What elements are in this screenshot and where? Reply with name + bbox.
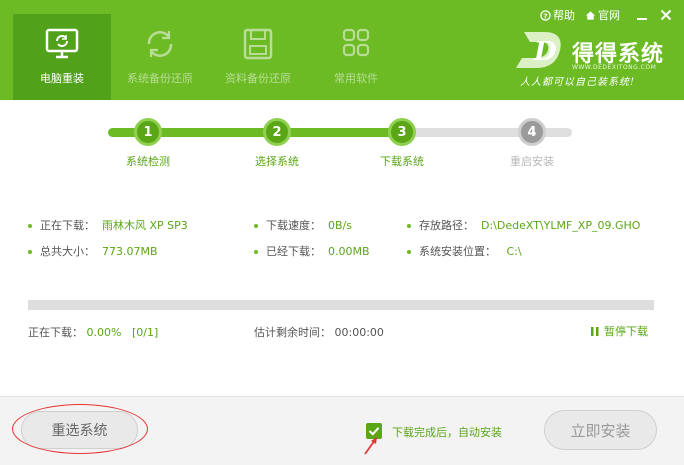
refresh-arrows-icon	[142, 26, 178, 62]
bullet-dot	[407, 224, 411, 228]
dede-logo-icon: D	[516, 32, 561, 68]
step-1-circle: 1	[134, 118, 162, 146]
svg-text:?: ?	[543, 11, 547, 20]
tab-data-backup-label: 资料备份还原	[225, 72, 291, 85]
info-downloading-value: 雨林木风 XP SP3	[102, 219, 188, 232]
annotation-arrow-icon	[364, 437, 377, 455]
step-4-label: 重启安装	[510, 155, 554, 168]
auto-install-label: 下载完成后，自动安装	[392, 426, 502, 439]
download-progress-bar	[28, 300, 654, 310]
grid-apps-icon	[338, 26, 374, 62]
info-install-label: 系统安装位置：	[419, 245, 496, 258]
status-downloading: 正在下载： 0.00% [0/1]	[28, 324, 158, 340]
info-downloaded-value: 0.00MB	[328, 245, 370, 258]
info-path-value: D:\DedeXT\YLMF_XP_09.GHO	[481, 219, 641, 232]
info-total-label: 总共大小：	[40, 245, 95, 258]
info-total-value: 773.07MB	[102, 245, 158, 258]
bullet-dot	[254, 224, 258, 228]
step-2-circle: 2	[263, 118, 291, 146]
info-path: 存放路径： D:\DedeXT\YLMF_XP_09.GHO	[407, 217, 640, 233]
status-remaining-label: 估计剩余时间：	[254, 326, 331, 339]
step-2-label: 选择系统	[255, 155, 299, 168]
status-remaining: 估计剩余时间： 00:00:00	[254, 324, 384, 340]
brand-logo: D 得得系统 WWW.DEDEXITONG.COM 人人都可以自己装系统!	[510, 28, 680, 98]
close-icon	[660, 9, 672, 21]
info-total-size: 总共大小： 773.07MB	[28, 243, 158, 259]
bullet-dot	[254, 250, 258, 254]
status-count: [0/1]	[131, 326, 159, 339]
status-downloading-label: 正在下载：	[28, 326, 83, 339]
info-install-location: 系统安装位置： C:\	[407, 243, 522, 259]
tab-system-backup-label: 系统备份还原	[127, 72, 193, 85]
info-path-label: 存放路径：	[419, 219, 474, 232]
info-speed: 下载速度： 0B/s	[254, 217, 352, 233]
info-downloaded-label: 已经下载：	[266, 245, 321, 258]
status-remaining-value: 00:00:00	[334, 326, 384, 339]
step-3-circle: 3	[388, 118, 416, 146]
tab-reinstall[interactable]: 电脑重装	[13, 14, 111, 100]
official-site-link[interactable]: 官网	[585, 7, 620, 23]
tab-software-label: 常用软件	[334, 72, 378, 85]
info-downloading-label: 正在下载：	[40, 219, 95, 232]
home-icon	[585, 10, 596, 20]
pause-icon	[591, 326, 599, 336]
brand-slogan: 人人都可以自己装系统!	[520, 77, 636, 88]
step-indicator: 1 系统检测 2 选择系统 3 下载系统 4 重启安装	[108, 118, 572, 174]
brand-url: WWW.DEDEXITONG.COM	[572, 64, 657, 71]
step-4-circle: 4	[518, 118, 546, 146]
pause-download-button[interactable]: 暂停下载	[590, 323, 648, 339]
pause-download-label: 暂停下载	[604, 325, 648, 338]
svg-text:D: D	[533, 37, 557, 67]
tab-system-backup[interactable]: 系统备份还原	[111, 14, 209, 100]
minimize-button[interactable]	[630, 3, 654, 27]
minimize-icon	[637, 18, 647, 20]
header-bar: ? 帮助 官网 电脑重装 系统备份还原 资料备份还原 常用软件 D 得得系统 W…	[0, 0, 684, 100]
status-percent: 0.00%	[86, 326, 122, 339]
bullet-dot	[407, 250, 411, 254]
reselect-system-button[interactable]: 重选系统	[21, 411, 138, 449]
bullet-dot	[28, 224, 32, 228]
close-button[interactable]	[654, 3, 678, 27]
help-label: 帮助	[553, 9, 575, 22]
info-install-value: C:\	[506, 245, 522, 258]
info-downloaded: 已经下载： 0.00MB	[254, 243, 370, 259]
install-now-button[interactable]: 立即安装	[544, 410, 657, 450]
step-1-label: 系统检测	[126, 155, 170, 168]
official-site-label: 官网	[598, 9, 620, 22]
tab-reinstall-label: 电脑重装	[40, 72, 84, 85]
installer-window: ? 帮助 官网 电脑重装 系统备份还原 资料备份还原 常用软件 D 得得系统 W…	[0, 0, 684, 465]
floppy-disk-icon	[240, 26, 276, 62]
bullet-dot	[28, 250, 32, 254]
tab-data-backup[interactable]: 资料备份还原	[209, 14, 307, 100]
info-speed-value: 0B/s	[328, 219, 352, 232]
info-speed-label: 下载速度：	[266, 219, 321, 232]
title-bar-controls: ? 帮助 官网	[540, 0, 684, 30]
monitor-refresh-icon	[44, 26, 80, 62]
help-icon: ?	[540, 9, 551, 21]
help-link[interactable]: ? 帮助	[540, 7, 575, 23]
step-3-label: 下载系统	[380, 155, 424, 168]
info-downloading: 正在下载： 雨林木风 XP SP3	[28, 217, 188, 233]
tab-software[interactable]: 常用软件	[307, 14, 405, 100]
